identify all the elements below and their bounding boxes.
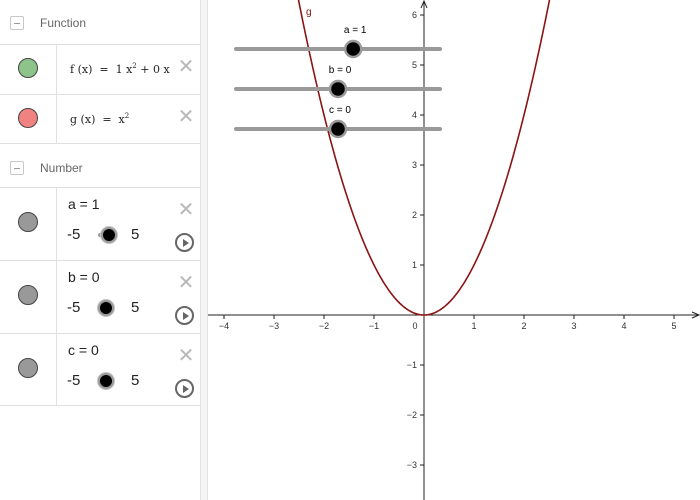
x-tick-label: 1 (471, 321, 476, 331)
coef-a: 1 (115, 63, 123, 76)
algebra-row-c[interactable]: c = 0 -5 5 ✕ (0, 333, 200, 406)
function-name: g (70, 113, 78, 126)
visibility-toggle-c[interactable] (18, 358, 38, 378)
x-tick-label: 4 (621, 321, 626, 331)
slider-definition-a[interactable]: a = 1 (68, 196, 100, 212)
slider-max: 5 (131, 226, 140, 243)
marble-column (0, 334, 57, 405)
axes: −4 −3 −2 −1 0 1 2 3 4 5 6 5 4 3 2 1 −1 −2 −3 (208, 0, 700, 500)
graph-slider[interactable]: c = 0 (234, 105, 442, 139)
number-group-header[interactable]: Number (0, 143, 200, 187)
x-tick-label: −3 (269, 321, 279, 331)
graph-canvas[interactable]: −4 −3 −2 −1 0 1 2 3 4 5 6 5 4 3 2 1 −1 −2 −3 g a = 1 b = 0 c… (208, 0, 700, 500)
group-label-function: Function (40, 16, 87, 30)
slider-min: -5 (67, 226, 81, 243)
slider-label: b = 0 (329, 65, 352, 76)
slider-min: -5 (67, 299, 81, 316)
y-tick-label: 1 (412, 260, 417, 270)
play-icon[interactable] (175, 379, 194, 398)
view-divider[interactable] (200, 0, 208, 500)
algebra-row-a[interactable]: a = 1 -5 5 ✕ (0, 187, 200, 260)
function-name: f (70, 63, 75, 76)
graph-slider[interactable]: b = 0 (234, 65, 442, 99)
visibility-toggle-b[interactable] (18, 285, 38, 305)
close-icon[interactable]: ✕ (177, 106, 195, 126)
y-tick-label: 6 (412, 10, 417, 20)
marble-column (0, 95, 57, 143)
slider-knob[interactable] (343, 39, 363, 59)
collapse-icon[interactable] (10, 161, 24, 175)
x-tick-label: 5 (671, 321, 676, 331)
marble-column (0, 261, 57, 333)
slider-knob-b[interactable] (98, 300, 114, 316)
function-var: x (84, 113, 92, 126)
close-icon[interactable]: ✕ (177, 272, 195, 292)
slider-knob[interactable] (328, 79, 348, 99)
graph-sliders[interactable]: a = 1 b = 0 c = 0 (234, 25, 442, 139)
algebra-row-g[interactable]: g (x) = x2 ✕ (0, 94, 200, 143)
slider-label: c = 0 (329, 105, 351, 116)
x-tick-label: −2 (319, 321, 329, 331)
x-tick-label: 3 (571, 321, 576, 331)
y-tick-label: −1 (407, 360, 417, 370)
close-icon[interactable]: ✕ (177, 199, 195, 219)
slider-knob-a[interactable] (101, 227, 117, 243)
exponent: 2 (124, 112, 130, 120)
visibility-toggle-f[interactable] (18, 58, 38, 78)
coef-b: 0 (152, 63, 160, 76)
slider-knob-c[interactable] (98, 373, 114, 389)
visibility-toggle-a[interactable] (18, 212, 38, 232)
y-tick-label: −3 (407, 460, 417, 470)
slider-min: -5 (67, 372, 81, 389)
y-tick-label: 5 (412, 60, 417, 70)
algebra-row-f[interactable]: f (x) = 1 x2 + 0 x ✕ (0, 44, 200, 94)
algebra-row-b[interactable]: b = 0 -5 5 ✕ (0, 260, 200, 333)
x-tick-label: 0 (412, 321, 417, 331)
play-icon[interactable] (175, 233, 194, 252)
visibility-toggle-g[interactable] (18, 108, 38, 128)
y-tick-label: 2 (412, 210, 417, 220)
x-tick-label: −1 (369, 321, 379, 331)
y-tick-label: 3 (412, 160, 417, 170)
function-f-expression[interactable]: f (x) = 1 x2 + 0 x (70, 62, 170, 76)
function-group-header[interactable]: Function (0, 0, 200, 44)
algebra-view: Function f (x) = 1 x2 + 0 x ✕ g (x) = x2… (0, 0, 200, 500)
slider-max: 5 (131, 372, 140, 389)
slider-max: 5 (131, 299, 140, 316)
function-var: x (81, 63, 89, 76)
function-g-expression[interactable]: g (x) = x2 (70, 112, 129, 126)
graphics-view[interactable]: −4 −3 −2 −1 0 1 2 3 4 5 6 5 4 3 2 1 −1 −2 −3 g a = 1 b = 0 c… (208, 0, 700, 500)
group-label-number: Number (40, 161, 83, 175)
close-icon[interactable]: ✕ (177, 56, 195, 76)
slider-definition-c[interactable]: c = 0 (68, 342, 99, 358)
close-icon[interactable]: ✕ (177, 345, 195, 365)
play-icon[interactable] (175, 306, 194, 325)
x-tick-label: 2 (521, 321, 526, 331)
slider-knob[interactable] (328, 119, 348, 139)
y-tick-label: −2 (407, 410, 417, 420)
marble-column (0, 45, 57, 94)
slider-label: a = 1 (344, 25, 367, 36)
slider-definition-b[interactable]: b = 0 (68, 269, 100, 285)
x-tick-label: −4 (219, 321, 229, 331)
graph-slider[interactable]: a = 1 (234, 25, 442, 59)
curve-label-g[interactable]: g (306, 7, 312, 18)
marble-column (0, 188, 57, 260)
y-tick-label: 4 (412, 110, 417, 120)
collapse-icon[interactable] (10, 16, 24, 30)
